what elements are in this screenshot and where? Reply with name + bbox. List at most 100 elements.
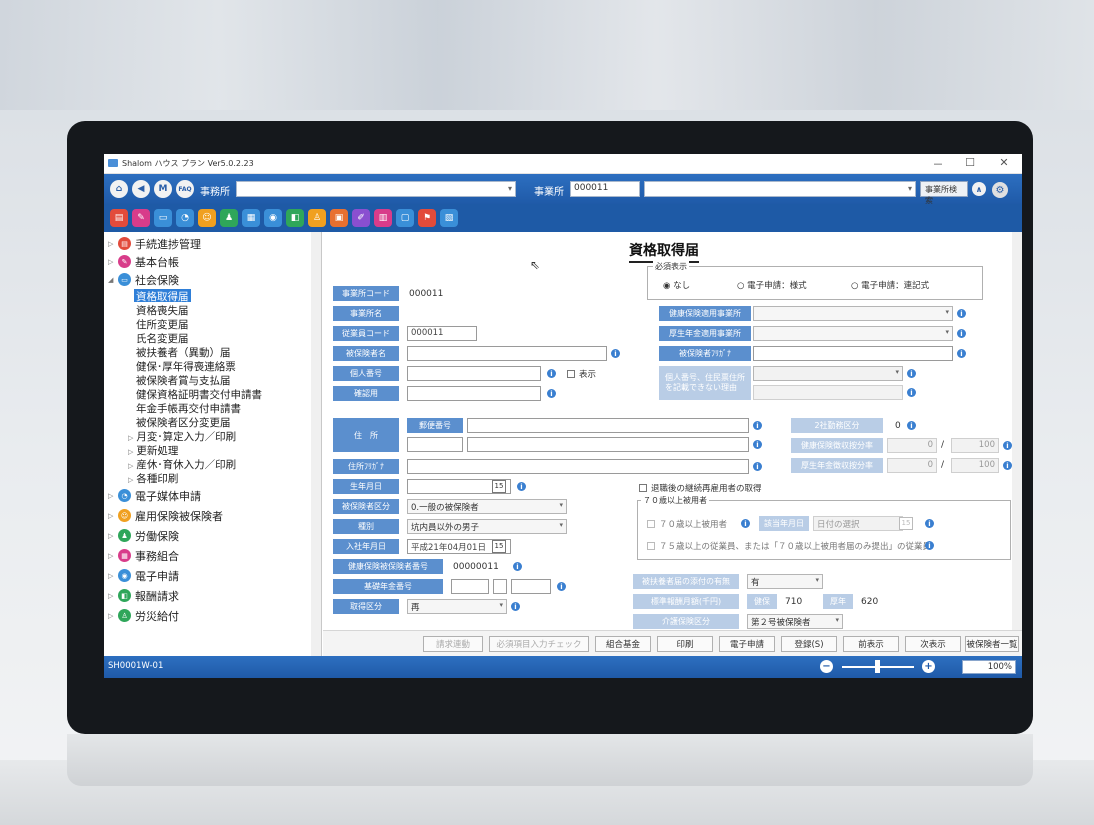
radio-e-form[interactable]: ○ 電子申請：様式 xyxy=(737,279,807,291)
radio-none[interactable]: ◉ なし xyxy=(663,279,690,291)
tool-icon-2[interactable]: ✎ xyxy=(132,209,150,227)
tree-node-social-insurance[interactable]: ◢ ▭ 社会保険 xyxy=(108,272,179,287)
zoom-out-icon[interactable]: − xyxy=(820,660,833,673)
info-icon[interactable]: i xyxy=(611,349,620,358)
info-icon[interactable]: i xyxy=(517,482,526,491)
my-number-input[interactable] xyxy=(407,366,541,381)
tree-node-labor-insurance[interactable]: ▷ ♟ 労働保険 xyxy=(108,528,179,543)
pension-number-input-2[interactable] xyxy=(493,579,507,594)
acquisition-class-select[interactable]: 再 ▾ xyxy=(407,599,507,614)
info-icon[interactable]: i xyxy=(925,519,934,528)
tree-item-bonus[interactable]: 被保険者賞与支払届 xyxy=(136,373,231,387)
manual-icon[interactable]: M xyxy=(154,180,172,198)
tool-icon-7[interactable]: ▦ xyxy=(242,209,260,227)
billing-link-button[interactable]: 請求連動 xyxy=(423,636,483,652)
info-icon[interactable]: i xyxy=(753,462,762,471)
tool-icon-6[interactable]: ♟ xyxy=(220,209,238,227)
info-icon[interactable]: i xyxy=(547,389,556,398)
insured-kana-input[interactable] xyxy=(753,346,953,361)
collapse-icon[interactable]: ◢ xyxy=(108,276,118,284)
zoom-in-icon[interactable]: + xyxy=(922,660,935,673)
chevron-up-icon[interactable]: ∧ xyxy=(972,182,986,196)
no-number-reason-input[interactable] xyxy=(753,385,903,400)
tree-node-progress[interactable]: ▷ ▤ 手続進捗管理 xyxy=(108,236,201,251)
health-rate-num-input[interactable]: 0 xyxy=(887,438,937,453)
back-icon[interactable]: ◀ xyxy=(132,180,150,198)
tree-node-ledger[interactable]: ▷ ✎ 基本台帳 xyxy=(108,254,179,269)
confirm-number-input[interactable] xyxy=(407,386,541,401)
faq-icon[interactable]: FAQ xyxy=(176,180,194,198)
type-select[interactable]: 坑内員以外の男子 ▾ xyxy=(407,519,567,534)
info-icon[interactable]: i xyxy=(907,369,916,378)
info-icon[interactable]: i xyxy=(907,421,916,430)
tree-node-employment-insurance[interactable]: ▷ ☺ 雇用保険被保険者 xyxy=(108,508,223,523)
pension-office-select[interactable]: ▾ xyxy=(753,326,953,341)
pension-rate-num-input[interactable]: 0 xyxy=(887,458,937,473)
maximize-button[interactable]: ☐ xyxy=(958,156,982,169)
dependents-select[interactable]: 有 ▾ xyxy=(747,574,823,589)
radio-e-combined[interactable]: ○ 電子申請：連記式 xyxy=(851,279,929,291)
tree-node-fee-billing[interactable]: ▷ ◧ 報酬請求 xyxy=(108,588,179,603)
over75-checkbox[interactable]: ７５歳以上の従業員、または「７０歳以上被用者届のみ提出」の従業員 xyxy=(647,540,931,552)
info-icon[interactable]: i xyxy=(741,519,750,528)
address-input[interactable] xyxy=(467,437,749,452)
next-button[interactable]: 次表示 xyxy=(905,636,961,652)
tool-icon-5[interactable]: ☺ xyxy=(198,209,216,227)
health-rate-den-input[interactable]: 100 xyxy=(951,438,999,453)
insured-name-input[interactable] xyxy=(407,346,607,361)
tree-node-association[interactable]: ▷ ▦ 事務組合 xyxy=(108,548,179,563)
insured-class-select[interactable]: 0.一般の被保険者 ▾ xyxy=(407,499,567,514)
health-office-select[interactable]: ▾ xyxy=(753,306,953,321)
tool-icon-1[interactable]: ▤ xyxy=(110,209,128,227)
office-search-button[interactable]: 事業所検索 xyxy=(920,181,968,205)
tree-item-contact-slip[interactable]: 健保･厚年得喪連絡票 xyxy=(136,359,236,373)
tool-icon-12[interactable]: ✐ xyxy=(352,209,370,227)
required-check-button[interactable]: 必須項目入力チェック xyxy=(489,636,589,652)
expand-icon[interactable]: ▷ xyxy=(108,258,118,266)
info-icon[interactable]: i xyxy=(1003,461,1012,470)
tree-item-name-change[interactable]: 氏名変更届 xyxy=(136,331,189,345)
tree-group-print[interactable]: ▷ 各種印刷 xyxy=(128,471,178,486)
pension-number-input-1[interactable] xyxy=(451,579,489,594)
tree-group-update[interactable]: ▷ 更新処理 xyxy=(128,443,178,458)
tree-group-leave[interactable]: ▷ 産休･育休入力／印刷 xyxy=(128,457,236,472)
calendar-icon[interactable]: 15 xyxy=(899,517,913,530)
tree-item-class-change[interactable]: 被保険者区分変更届 xyxy=(136,415,231,429)
info-icon[interactable]: i xyxy=(513,562,522,571)
insured-list-button[interactable]: 被保険者一覧 xyxy=(965,636,1019,652)
pension-number-input-3[interactable] xyxy=(511,579,551,594)
tree-item-dependents[interactable]: 被扶養者（異動）届 xyxy=(136,345,231,359)
tree-item-address-change[interactable]: 住所変更届 xyxy=(136,317,189,331)
home-icon[interactable]: ⌂ xyxy=(110,180,128,198)
print-button[interactable]: 印刷 xyxy=(657,636,713,652)
calendar-icon[interactable]: 15 xyxy=(492,540,506,553)
tree-group-monthly[interactable]: ▷ 月変･算定入力／印刷 xyxy=(128,429,236,444)
tree-item-acquisition[interactable]: 資格取得届 xyxy=(134,289,191,303)
tool-icon-13[interactable]: ▥ xyxy=(374,209,392,227)
info-icon[interactable]: i xyxy=(957,349,966,358)
info-icon[interactable]: i xyxy=(753,421,762,430)
close-button[interactable]: ✕ xyxy=(992,156,1016,169)
prefecture-input[interactable] xyxy=(407,437,463,452)
address-kana-input[interactable] xyxy=(407,459,749,474)
tool-icon-11[interactable]: ▣ xyxy=(330,209,348,227)
care-class-select[interactable]: 第２号被保険者 ▾ xyxy=(747,614,843,629)
info-icon[interactable]: i xyxy=(547,369,556,378)
tree-node-electronic-media[interactable]: ▷ ◔ 電子媒体申請 xyxy=(108,488,201,503)
tool-icon-3[interactable]: ▭ xyxy=(154,209,172,227)
tool-icon-14[interactable]: ▢ xyxy=(396,209,414,227)
info-icon[interactable]: i xyxy=(557,582,566,591)
tree-item-certificate[interactable]: 健保資格証明書交付申請書 xyxy=(136,387,262,401)
calendar-icon[interactable]: 15 xyxy=(492,480,506,493)
tree-item-pension-book[interactable]: 年金手帳再交付申請書 xyxy=(136,401,241,415)
no-number-reason-select[interactable]: ▾ xyxy=(753,366,903,381)
tool-icon-4[interactable]: ◔ xyxy=(176,209,194,227)
tree-node-workers-comp[interactable]: ▷ ♙ 労災給付 xyxy=(108,608,179,623)
jigyosho-name-select[interactable]: ▾ xyxy=(644,181,916,197)
e-apply-button[interactable]: 電子申請 xyxy=(719,636,775,652)
info-icon[interactable]: i xyxy=(957,329,966,338)
office-select[interactable]: ▾ xyxy=(236,181,516,197)
tool-icon-10[interactable]: ♙ xyxy=(308,209,326,227)
info-icon[interactable]: i xyxy=(957,309,966,318)
zoom-level[interactable]: 100% xyxy=(962,660,1016,674)
